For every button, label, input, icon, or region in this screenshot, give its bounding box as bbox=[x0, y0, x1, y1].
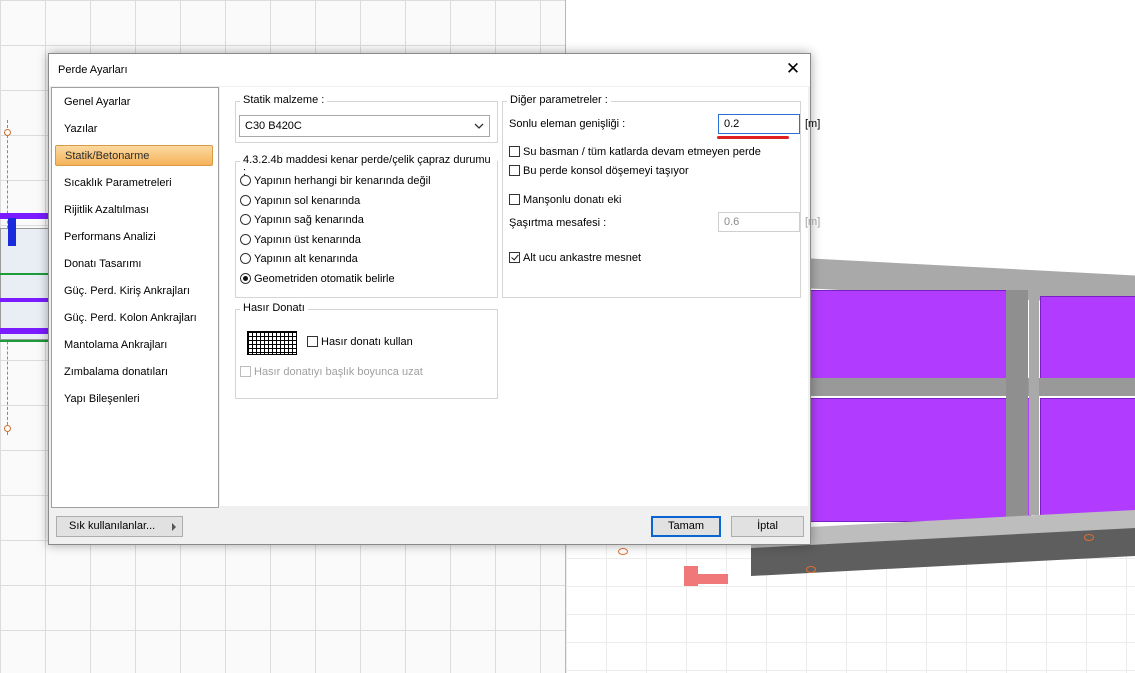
plan-column bbox=[8, 218, 16, 246]
mesh-reinforcement-icon bbox=[247, 331, 297, 355]
cantilever-check[interactable] bbox=[509, 165, 520, 176]
frequent-settings-label: Sık kullanılanlar... bbox=[69, 520, 156, 532]
radio-bottom-edge[interactable]: Yapının alt kenarında bbox=[240, 251, 358, 267]
beam-3d-mid bbox=[809, 378, 1135, 396]
radio-bottom-edge-indicator[interactable] bbox=[240, 253, 251, 264]
mesh-use-check[interactable] bbox=[307, 336, 318, 347]
radio-left-edge[interactable]: Yapının sol kenarında bbox=[240, 193, 360, 209]
sleeve-label: Manşonlu donatı eki bbox=[523, 194, 622, 206]
static-material-label: Statik malzeme : bbox=[240, 94, 328, 106]
mesh-use-checkbox[interactable]: Hasır donatı kullan bbox=[307, 334, 413, 350]
static-material-value: C30 B420C bbox=[245, 120, 302, 132]
end-width-label: Sonlu eleman genişliği : bbox=[509, 118, 626, 130]
dialog-title: Perde Ayarları bbox=[58, 64, 128, 76]
sleeve-check[interactable] bbox=[509, 194, 520, 205]
plan-beam-mid bbox=[0, 298, 48, 302]
radio-not-edge[interactable]: Yapının herhangi bir kenarında değil bbox=[240, 173, 431, 189]
fixed-support-checkbox[interactable]: Alt ucu ankastre mesnet bbox=[509, 250, 641, 266]
settings-content-panel: Statik malzeme : C30 B420C 4.3.2.4b madd… bbox=[220, 87, 820, 506]
nav-item-kiris-ankraj[interactable]: Güç. Perd. Kiriş Ankrajları bbox=[55, 281, 213, 302]
nav-item-donati-tasarimi[interactable]: Donatı Tasarımı bbox=[55, 254, 213, 275]
nav-item-rijitlik[interactable]: Rijitlik Azaltılması bbox=[55, 200, 213, 221]
wall-panel-3 bbox=[1040, 296, 1135, 382]
basement-label: Su basman / tüm katlarda devam etmeyen p… bbox=[523, 146, 761, 158]
nav-item-performans[interactable]: Performans Analizi bbox=[55, 227, 213, 248]
axis-arrow-horizontal bbox=[684, 574, 728, 584]
highlight-underline bbox=[717, 136, 789, 139]
radio-right-edge[interactable]: Yapının sağ kenarında bbox=[240, 212, 364, 228]
nav-item-mantolama[interactable]: Mantolama Ankrajları bbox=[55, 335, 213, 356]
radio-left-edge-indicator[interactable] bbox=[240, 195, 251, 206]
cantilever-label: Bu perde konsol döşemeyi taşıyor bbox=[523, 165, 689, 177]
plan-green-line-1 bbox=[0, 273, 48, 275]
end-width-unit: [m] bbox=[805, 118, 821, 130]
grid-marker-2 bbox=[806, 566, 816, 573]
wall-panel-1 bbox=[809, 290, 1007, 380]
other-params-label: Diğer parametreler : bbox=[507, 94, 611, 106]
fixed-support-label: Alt ucu ankastre mesnet bbox=[523, 252, 642, 264]
grid-marker-3 bbox=[1084, 534, 1094, 541]
mesh-use-label: Hasır donatı kullan bbox=[321, 336, 413, 348]
radio-auto-geometry-indicator[interactable] bbox=[240, 273, 251, 284]
column-3d-1 bbox=[1006, 290, 1028, 520]
chevron-down-icon bbox=[474, 123, 484, 129]
basement-checkbox[interactable]: Su basman / tüm katlarda devam etmeyen p… bbox=[509, 144, 761, 160]
radio-right-edge-label: Yapının sağ kenarında bbox=[254, 214, 364, 226]
sleeve-checkbox[interactable]: Manşonlu donatı eki bbox=[509, 192, 621, 208]
mesh-group-label: Hasır Donatı bbox=[240, 302, 308, 314]
plan-green-line-2 bbox=[0, 340, 48, 342]
wall-settings-dialog: Perde Ayarları ✕ Genel Ayarlar Yazılar S… bbox=[48, 53, 820, 545]
settings-category-list: Genel Ayarlar Yazılar Statik/Betonarme S… bbox=[51, 87, 219, 508]
arrow-right-icon bbox=[172, 523, 176, 531]
radio-left-edge-label: Yapının sol kenarında bbox=[254, 195, 361, 207]
axis-marker-bottom bbox=[4, 425, 11, 432]
stagger-input[interactable] bbox=[718, 212, 800, 232]
radio-not-edge-indicator[interactable] bbox=[240, 175, 251, 186]
radio-auto-geometry-label: Geometriden otomatik belirle bbox=[254, 273, 395, 285]
plan-beam-bottom bbox=[0, 328, 48, 334]
radio-auto-geometry[interactable]: Geometriden otomatik belirle bbox=[240, 271, 395, 287]
cantilever-checkbox[interactable]: Bu perde konsol döşemeyi taşıyor bbox=[509, 163, 689, 179]
nav-item-statik-betonarme[interactable]: Statik/Betonarme bbox=[55, 145, 213, 166]
nav-item-sicaklik[interactable]: Sıcaklık Parametreleri bbox=[55, 173, 213, 194]
stagger-unit: [m] bbox=[805, 216, 821, 228]
wall-panel-4 bbox=[1040, 398, 1135, 518]
nav-item-zimbalama[interactable]: Zımbalama donatıları bbox=[55, 362, 213, 383]
nav-item-kolon-ankraj[interactable]: Güç. Perd. Kolon Ankrajları bbox=[55, 308, 213, 329]
static-material-select[interactable]: C30 B420C bbox=[239, 115, 490, 137]
dialog-titlebar[interactable]: Perde Ayarları ✕ bbox=[49, 54, 810, 86]
nav-item-genel-ayarlar[interactable]: Genel Ayarlar bbox=[55, 92, 213, 113]
cancel-button[interactable]: İptal bbox=[731, 516, 804, 537]
nav-item-yazilar[interactable]: Yazılar bbox=[55, 119, 213, 140]
fixed-support-check[interactable] bbox=[509, 252, 520, 263]
wall-panel-2 bbox=[809, 398, 1031, 522]
basement-check[interactable] bbox=[509, 146, 520, 157]
mesh-extend-check[interactable] bbox=[240, 366, 251, 377]
frequent-settings-button[interactable]: Sık kullanılanlar... bbox=[56, 516, 183, 537]
mesh-extend-label: Hasır donatıyı başlık boyunca uzat bbox=[254, 366, 423, 378]
nav-item-yapi-bilesenleri[interactable]: Yapı Bileşenleri bbox=[55, 389, 213, 410]
axis-marker-top bbox=[4, 129, 11, 136]
grid-marker-1 bbox=[618, 548, 628, 555]
radio-bottom-edge-label: Yapının alt kenarında bbox=[254, 253, 358, 265]
end-width-input[interactable] bbox=[718, 114, 800, 134]
stagger-label: Şaşırtma mesafesi : bbox=[509, 217, 607, 229]
column-3d-2 bbox=[1029, 300, 1039, 515]
radio-top-edge-label: Yapının üst kenarında bbox=[254, 234, 361, 246]
mesh-extend-checkbox[interactable]: Hasır donatıyı başlık boyunca uzat bbox=[240, 364, 423, 380]
close-icon[interactable]: ✕ bbox=[784, 60, 802, 78]
radio-top-edge-indicator[interactable] bbox=[240, 234, 251, 245]
radio-top-edge[interactable]: Yapının üst kenarında bbox=[240, 232, 361, 248]
ok-button[interactable]: Tamam bbox=[651, 516, 721, 537]
radio-right-edge-indicator[interactable] bbox=[240, 214, 251, 225]
radio-not-edge-label: Yapının herhangi bir kenarında değil bbox=[254, 175, 431, 187]
